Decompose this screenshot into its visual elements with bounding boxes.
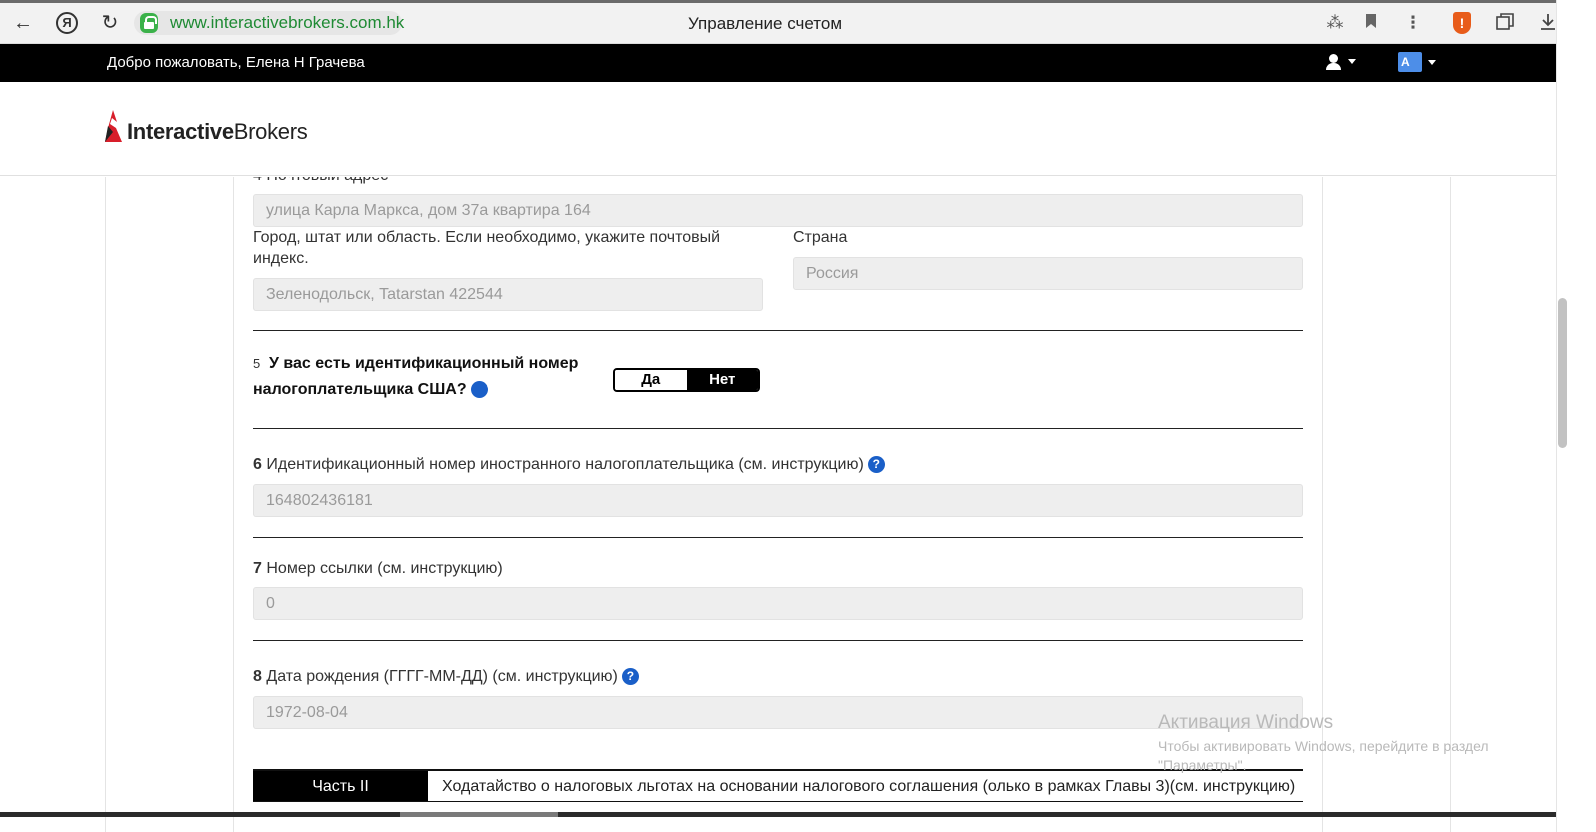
divider (253, 640, 1303, 641)
city-input[interactable]: Зеленодольск, Tatarstan 422544 (253, 278, 763, 311)
address-input[interactable]: улица Карла Маркса, дом 37а квартира 164 (253, 194, 1303, 227)
toggle-yes[interactable]: Да (615, 370, 687, 390)
q8-label: 8 Дата рождения (ГГГГ-ММ-ДД) (см. инстру… (253, 666, 639, 687)
language-icon[interactable]: A (1398, 52, 1422, 72)
q5-question: У вас есть идентификационный номер налог… (253, 355, 579, 398)
windows-activation-title: Активация Windows (1158, 712, 1334, 733)
tabs-icon[interactable] (1495, 13, 1515, 33)
chevron-down-icon (1348, 59, 1356, 64)
part-ii-tag: Часть II (253, 771, 428, 801)
q7-label: 7 Номер ссылки (см. инструкцию) (253, 560, 503, 577)
menu-dots-icon[interactable]: ⋮ (1403, 13, 1423, 33)
adblock-shield-icon[interactable]: ! (1453, 12, 1471, 34)
country-input[interactable]: Россия (793, 257, 1303, 290)
part-ii-header: Часть II Ходатайство о налоговых льготах… (253, 769, 1303, 802)
back-arrow-icon[interactable]: ← (12, 12, 34, 34)
lock-icon[interactable] (140, 13, 158, 33)
divider (253, 537, 1303, 538)
url-text[interactable]: www.interactivebrokers.com.hk (170, 13, 404, 33)
divider (253, 428, 1303, 429)
welcome-bar: Добро пожаловать, Елена Н Грачева A (0, 44, 1556, 82)
foreign-tin-input[interactable]: 164802436181 (253, 484, 1303, 517)
taskbar-edge (0, 812, 1556, 817)
divider (253, 330, 1303, 331)
q6-label: 6 Идентификационный номер иностранного н… (253, 454, 885, 475)
browser-toolbar: ← Я ↻ www.interactivebrokers.com.hk Упра… (0, 0, 1556, 44)
country-label: Страна (793, 229, 848, 246)
form-content: 4 Почтовый адрес улица Карла Маркса, дом… (0, 177, 1556, 832)
help-icon[interactable]: ? (621, 668, 639, 685)
welcome-text: Добро пожаловать, Елена Н Грачева (107, 54, 365, 71)
ib-logo-text[interactable]: InteractiveBrokers (127, 119, 308, 145)
toggle-no[interactable]: Нет (686, 370, 758, 390)
help-icon[interactable]: ? (470, 381, 494, 398)
reload-icon[interactable]: ↻ (99, 12, 121, 34)
us-tin-toggle[interactable]: Да Нет (613, 368, 760, 392)
translate-page-icon[interactable]: ⁂ (1325, 13, 1345, 33)
page-scrollbar-thumb[interactable] (1558, 298, 1567, 448)
download-icon[interactable] (1538, 13, 1558, 33)
page-title: Управление счетом (688, 14, 843, 33)
language-chevron-down-icon[interactable] (1428, 60, 1436, 65)
yandex-icon[interactable]: Я (56, 12, 78, 34)
logo-header: InteractiveBrokers (0, 82, 1556, 176)
birth-date-input[interactable]: 1972-08-04 (253, 696, 1303, 729)
q4-label: 4 Почтовый адрес (253, 177, 388, 186)
part-ii-description: Ходатайство о налоговых льготах на основ… (442, 778, 1296, 795)
windows-activation-subtitle: Чтобы активировать Windows, перейдите в … (1158, 738, 1489, 773)
reference-number-input[interactable]: 0 (253, 587, 1303, 620)
help-icon[interactable]: ? (867, 456, 885, 473)
window-top-edge (0, 0, 1556, 3)
ib-logo-flame-icon (105, 110, 122, 142)
user-menu-icon[interactable] (1326, 52, 1356, 74)
city-label: Город, штат или область. Если необходимо… (253, 229, 721, 267)
bookmark-icon[interactable] (1361, 13, 1381, 33)
